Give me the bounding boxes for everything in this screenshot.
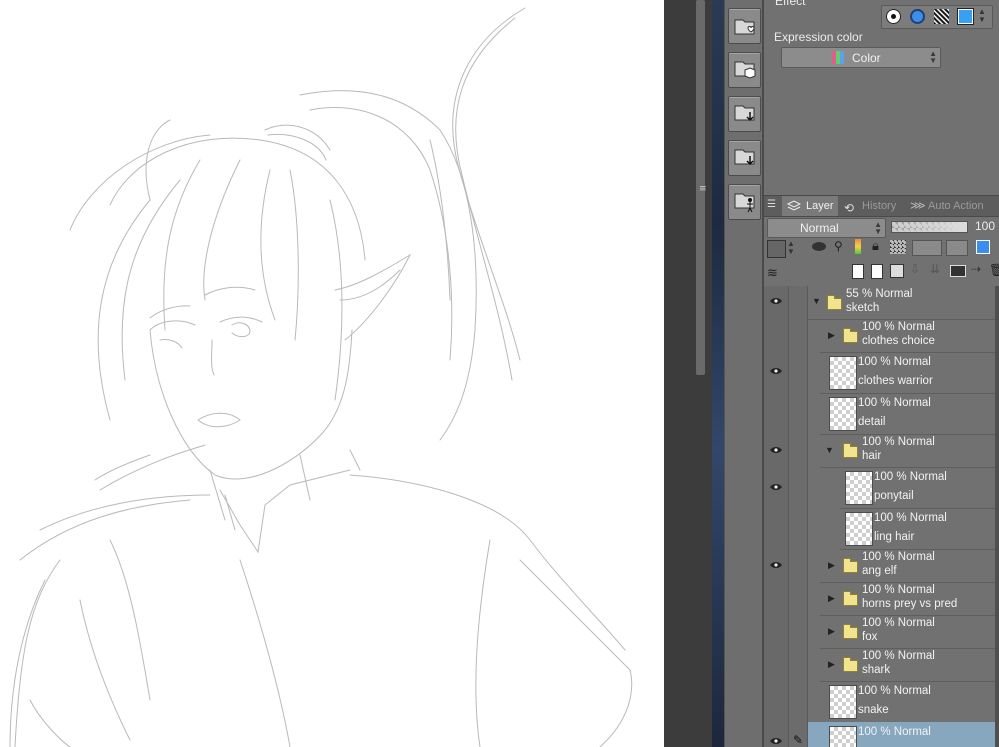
layers-icon	[786, 199, 802, 211]
folder-download-icon[interactable]	[728, 96, 761, 132]
folder-open-icon	[843, 443, 858, 458]
dropdown-arrows-icon: ▲ ▼	[874, 220, 882, 236]
eye-icon[interactable]	[770, 737, 782, 745]
spinner-icon[interactable]: ▲ ▼	[978, 8, 986, 24]
layer-list: ▼ 55 % Normal sketch ▶ 100 % Normal clot…	[764, 286, 999, 747]
eye-icon[interactable]	[770, 561, 782, 569]
folder-heart-icon[interactable]	[728, 8, 761, 44]
new-folder-icon[interactable]	[890, 264, 904, 278]
lock-icon[interactable]: 🔒︎	[872, 238, 879, 254]
background-strip	[712, 0, 724, 747]
layer-thumbnail	[829, 356, 857, 390]
sketch-artwork	[9, 7, 633, 747]
layer-row[interactable]: ▶ 100 % Normal shark	[820, 648, 996, 682]
layer-row[interactable]: 100 % Normal ling hair	[840, 508, 996, 550]
color-mode-icon	[832, 51, 844, 64]
black-white-icon[interactable]	[886, 9, 901, 24]
ruler-toggle-icon[interactable]	[946, 240, 968, 256]
layer-row[interactable]: 100 % Normal ponytail	[840, 467, 996, 509]
expand-arrow-icon[interactable]: ▶	[828, 330, 835, 341]
expand-arrow-icon[interactable]: ▶	[828, 626, 835, 637]
visibility-column	[764, 286, 789, 747]
layer-color-swatch[interactable]	[767, 240, 786, 258]
folder-closed-icon	[843, 558, 858, 573]
layer-thumbnail	[829, 726, 857, 747]
folder-open-icon	[827, 295, 842, 310]
effect-selector[interactable]: ▲ ▼	[881, 5, 993, 29]
collapse-arrow-icon[interactable]: ▼	[825, 445, 834, 455]
clipping-icon[interactable]	[812, 242, 826, 251]
apply-mask-icon[interactable]: ⇢	[971, 262, 981, 276]
panel-tabs: ☰ Layer ⟲ History ⋙ Auto Action	[764, 195, 999, 217]
layer-row[interactable]: ▶ 100 % Normal fox	[820, 615, 996, 649]
new-raster-layer-icon[interactable]	[852, 264, 864, 279]
layer-row[interactable]: ▶ 100 % Normal horns prey vs pred	[820, 582, 996, 616]
layer-row[interactable]: ▶ 100 % Normal ang elf	[820, 549, 996, 583]
history-icon: ⟲	[844, 201, 855, 215]
layer-color-icon[interactable]	[976, 240, 990, 254]
reference-icon[interactable]: ⚲	[834, 239, 843, 253]
trash-icon[interactable]: 🗑︎	[989, 263, 999, 277]
layer-thumbnail	[829, 397, 857, 431]
panel-menu-icon[interactable]: ☰	[767, 199, 776, 210]
layer-thumbnail	[829, 685, 857, 719]
draft-pen-icon[interactable]	[855, 239, 861, 254]
eye-icon[interactable]	[770, 483, 782, 491]
folder-closed-icon	[843, 624, 858, 639]
eye-icon[interactable]	[770, 297, 782, 305]
blue-square-icon[interactable]	[957, 8, 974, 25]
drawing-canvas[interactable]	[0, 0, 664, 747]
tab-layer[interactable]: Layer	[782, 196, 838, 216]
opacity-slider[interactable]	[891, 221, 968, 233]
edit-target-column	[789, 286, 808, 747]
transfer-down-icon[interactable]: ⇩	[910, 262, 920, 276]
expand-arrow-icon[interactable]: ▶	[828, 593, 835, 604]
expand-arrow-icon[interactable]: ▶	[828, 560, 835, 571]
checker-icon[interactable]	[934, 9, 949, 24]
effect-label: Effect	[775, 0, 806, 8]
spinner-icon[interactable]: ▲ ▼	[787, 240, 795, 256]
expression-color-label: Expression color	[774, 30, 863, 44]
layer-row[interactable]: ▶ 100 % Normal clothes choice	[820, 319, 996, 353]
opacity-value: 100	[975, 219, 996, 233]
folder-figure-icon[interactable]	[728, 184, 761, 220]
blend-mode-dropdown[interactable]: Normal ▲ ▼	[767, 218, 886, 238]
layer-thumbnail	[845, 512, 873, 546]
layer-row[interactable]: ▼ 100 % Normal hair	[820, 434, 996, 468]
layer-stack-icon[interactable]: ≋	[767, 265, 778, 281]
new-vector-layer-icon[interactable]	[871, 264, 883, 279]
expression-color-dropdown[interactable]: Color ▲ ▼	[781, 47, 941, 68]
material-tool-column	[724, 0, 763, 747]
folder-closed-icon	[843, 328, 858, 343]
expression-color-value: Color	[852, 51, 881, 65]
layer-row-selected[interactable]: 100 % Normal	[808, 722, 996, 747]
blue-circle-icon[interactable]	[910, 9, 925, 24]
folder-cube-icon[interactable]	[728, 52, 761, 88]
expand-arrow-icon[interactable]: ▶	[828, 659, 835, 670]
mask-icon[interactable]	[950, 265, 966, 277]
layer-row[interactable]: 100 % Normal snake	[820, 681, 996, 723]
lock-transparency-icon[interactable]	[890, 240, 906, 254]
layer-row[interactable]: 100 % Normal clothes warrior	[820, 352, 996, 394]
eye-icon[interactable]	[770, 367, 782, 375]
eye-icon[interactable]	[770, 446, 782, 454]
collapse-arrow-icon[interactable]: ▼	[812, 296, 821, 306]
tab-history[interactable]: ⟲ History	[840, 196, 902, 216]
pen-icon[interactable]: ✎	[793, 733, 803, 747]
folder-closed-icon	[843, 591, 858, 606]
folder-download-icon[interactable]	[728, 140, 761, 176]
folder-closed-icon	[843, 657, 858, 672]
merge-down-icon[interactable]: ⇊	[930, 262, 940, 276]
auto-action-icon: ⋙	[910, 200, 926, 212]
layer-list-scrollbar[interactable]	[995, 286, 999, 747]
tab-auto-action[interactable]: ⋙ Auto Action	[906, 196, 998, 216]
layer-row[interactable]: 100 % Normal detail	[820, 393, 996, 435]
layer-row[interactable]: ▼ 55 % Normal sketch	[808, 286, 996, 320]
mask-toggle-icon[interactable]	[912, 240, 942, 256]
grip-icon[interactable]: ≡	[699, 184, 707, 194]
dropdown-arrows-icon: ▲ ▼	[929, 49, 937, 65]
layer-thumbnail	[845, 471, 873, 505]
